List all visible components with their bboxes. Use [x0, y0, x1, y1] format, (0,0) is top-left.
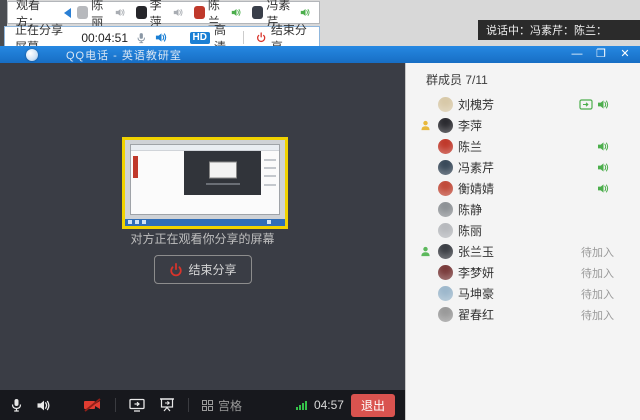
- speaker-icon: [173, 7, 184, 18]
- end-share-button-label: 结束分享: [188, 261, 236, 278]
- window-title-bar: QQ电话 - 英语教研室 — ❐ ✕: [0, 46, 640, 63]
- member-name: 陈静: [458, 201, 574, 218]
- member-name: 马坤豪: [458, 285, 541, 302]
- presentation-icon[interactable]: [159, 398, 175, 412]
- avatar: [77, 6, 88, 19]
- power-icon: [168, 263, 182, 277]
- avatar: [438, 244, 453, 259]
- member-row[interactable]: 李萍: [406, 115, 640, 136]
- member-name: 刘槐芳: [458, 96, 574, 113]
- member-row[interactable]: 冯素芹: [406, 157, 640, 178]
- member-status: 待加入: [581, 265, 614, 281]
- member-row[interactable]: 李梦妍 待加入: [406, 262, 640, 283]
- minimize-button[interactable]: —: [570, 47, 584, 61]
- avatar: [438, 265, 453, 280]
- qq-logo-icon: [26, 49, 38, 61]
- share-stage: 对方正在观看你分享的屏幕 结束分享: [0, 63, 405, 390]
- member-name: 衡婧婧: [458, 180, 574, 197]
- grid-label: 宫格: [218, 397, 242, 414]
- leader-person-icon: [420, 120, 431, 131]
- avatar: [438, 223, 453, 238]
- member-status: 待加入: [581, 244, 614, 260]
- speaker-active-icon: [597, 99, 610, 110]
- member-name: 李梦妍: [458, 264, 541, 281]
- close-button[interactable]: ✕: [618, 47, 632, 61]
- avatar: [438, 97, 453, 112]
- camera-off-icon[interactable]: [83, 398, 102, 412]
- member-name: 陈丽: [458, 222, 574, 239]
- member-name: 冯素芹: [458, 159, 574, 176]
- speaker-active-icon: [597, 183, 610, 194]
- call-timer: 04:57: [314, 398, 344, 412]
- thumbnail-window: [130, 144, 280, 215]
- avatar: [438, 286, 453, 301]
- member-name: 张兰玉: [458, 243, 541, 260]
- window-title: QQ电话 - 英语教研室: [66, 47, 182, 63]
- member-row[interactable]: 陈兰: [406, 136, 640, 157]
- member-status: 待加入: [581, 286, 614, 302]
- divider: [115, 398, 116, 412]
- member-name: 翟春红: [458, 306, 541, 323]
- hd-badge: HD: [190, 32, 210, 44]
- speaker-icon: [115, 7, 126, 18]
- member-name: 李萍: [458, 117, 574, 134]
- member-sidebar: 群成员 7/11 刘槐芳: [405, 63, 640, 420]
- grid-icon: [202, 400, 213, 411]
- speaker-icon[interactable]: [36, 399, 52, 412]
- microphone-icon[interactable]: [10, 398, 23, 413]
- power-icon: [256, 31, 266, 44]
- member-row[interactable]: 陈静: [406, 199, 640, 220]
- avatar: [136, 6, 147, 19]
- grid-layout-button[interactable]: 宫格: [202, 397, 242, 414]
- member-list: 刘槐芳: [406, 94, 640, 325]
- avatar: [252, 6, 263, 19]
- member-status: 待加入: [581, 307, 614, 323]
- avatar: [438, 118, 453, 133]
- avatar: [194, 6, 205, 19]
- microphone-icon[interactable]: [136, 31, 147, 45]
- speaking-tooltip: 说话中：冯素芹：陈兰：: [478, 20, 640, 40]
- member-row[interactable]: 翟春红 待加入: [406, 304, 640, 325]
- avatar: [438, 202, 453, 217]
- signal-strength-icon: [296, 400, 307, 410]
- member-row[interactable]: 陈丽: [406, 220, 640, 241]
- share-timer: 00:04:51: [81, 31, 128, 45]
- end-share-button[interactable]: 结束分享: [153, 255, 251, 284]
- member-name: 陈兰: [458, 138, 574, 155]
- maximize-button[interactable]: ❐: [594, 47, 608, 61]
- divider: [188, 398, 189, 412]
- speaker-icon: [231, 7, 242, 18]
- speaker-icon: [300, 7, 311, 18]
- member-count-header: 群成员 7/11: [406, 63, 640, 94]
- speaker-active-icon: [597, 141, 610, 152]
- avatar: [438, 181, 453, 196]
- speaker-icon[interactable]: [155, 31, 168, 44]
- avatar: [438, 160, 453, 175]
- avatar: [438, 307, 453, 322]
- screen-share-active-icon: [579, 99, 593, 110]
- member-row[interactable]: 刘槐芳: [406, 94, 640, 115]
- divider: [243, 31, 244, 44]
- exit-button[interactable]: 退出: [351, 394, 395, 417]
- stage-caption: 对方正在观看你分享的屏幕: [0, 230, 405, 247]
- screen-share-icon[interactable]: [129, 398, 146, 412]
- member-row[interactable]: 衡婧婧: [406, 178, 640, 199]
- thumbnail-taskbar: [125, 219, 285, 226]
- speaker-active-icon: [597, 162, 610, 173]
- bottom-control-bar: 宫格 04:57 退出: [0, 390, 405, 420]
- member-row[interactable]: 张兰玉 待加入: [406, 241, 640, 262]
- member-row[interactable]: 马坤豪 待加入: [406, 283, 640, 304]
- avatar: [438, 139, 453, 154]
- leader-person-icon: [420, 246, 431, 257]
- collapse-left-icon[interactable]: [64, 8, 71, 18]
- shared-screen-thumbnail[interactable]: [122, 137, 288, 229]
